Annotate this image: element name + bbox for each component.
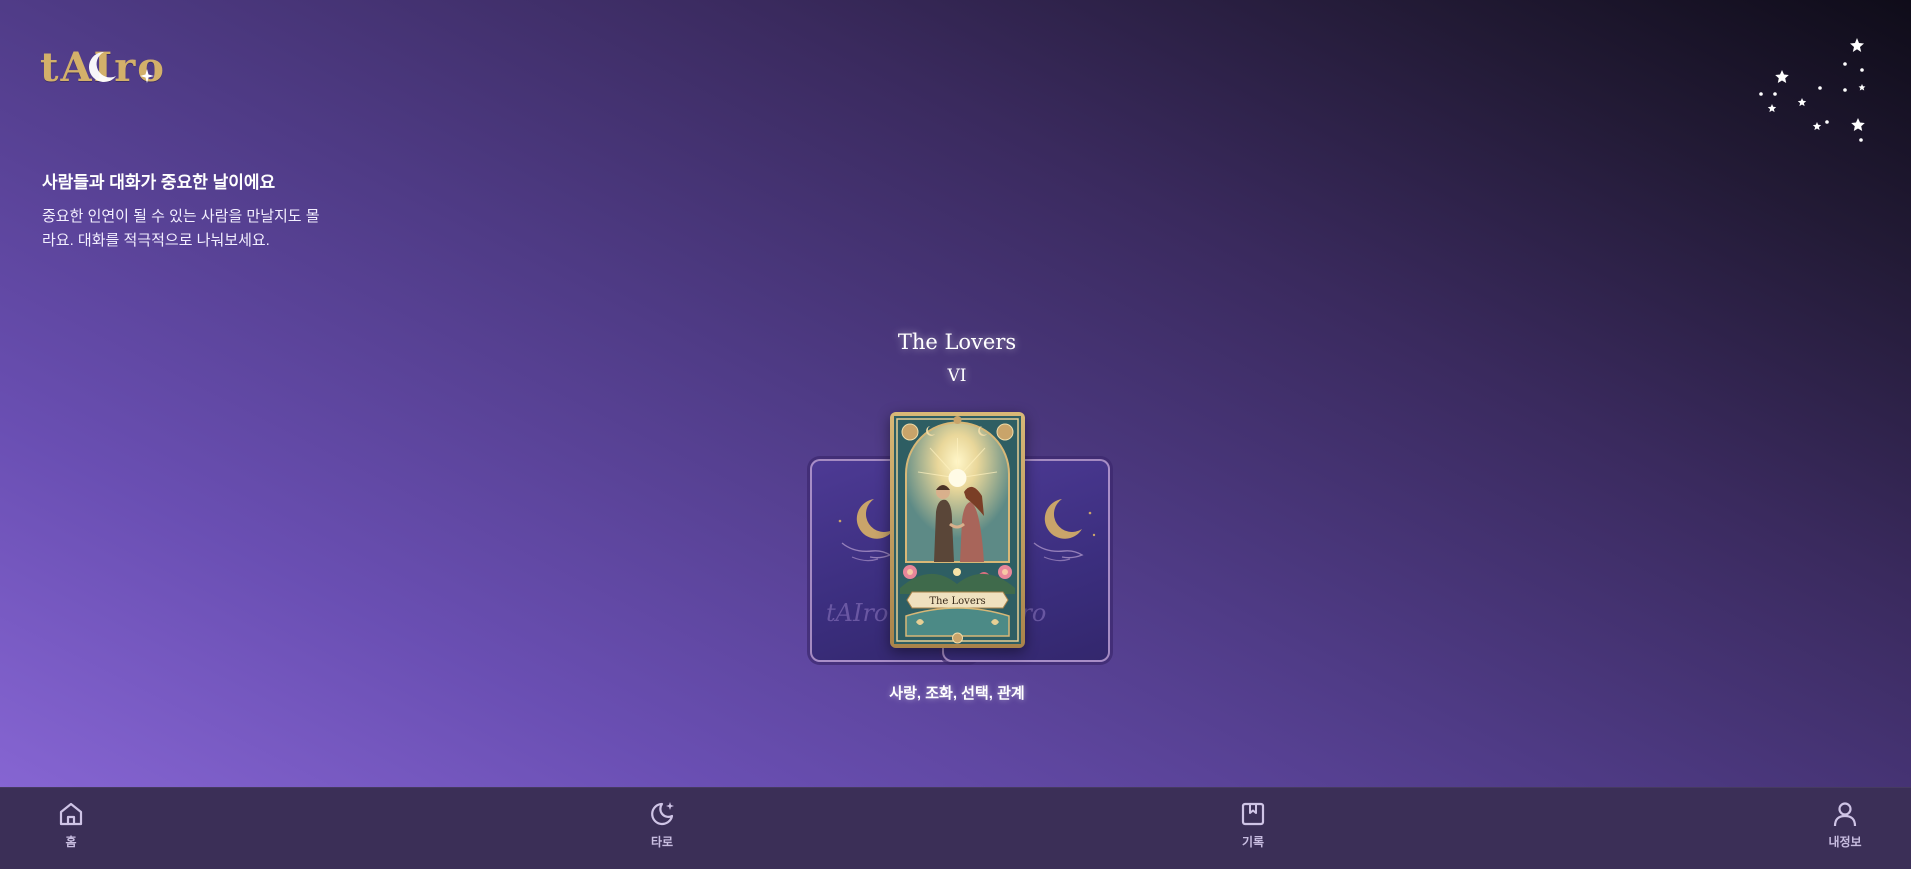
- home-icon: [59, 802, 83, 826]
- user-icon: [1833, 802, 1857, 827]
- nav-item-tarot[interactable]: 타로: [622, 800, 702, 860]
- bottom-navigation: 홈 타로 기록 내정보: [0, 787, 1911, 869]
- daily-fortune: 사람들과 대화가 중요한 날이에요 중요한 인연이 될 수 있는 사람을 만날지…: [42, 168, 332, 253]
- card-back-signature: tAIro: [826, 599, 888, 627]
- tarot-card-the-lovers[interactable]: The Lovers: [890, 412, 1025, 648]
- logo-moon-icon: [89, 52, 116, 82]
- card-keywords: 사랑, 조화, 선택, 관계: [889, 685, 1025, 702]
- nav-label-profile: 내정보: [1828, 835, 1862, 849]
- nav-item-home[interactable]: 홈: [31, 800, 111, 860]
- fortune-body-line-1: 중요한 인연이 될 수 있는 사람을 만날지도 몰: [42, 208, 320, 225]
- moon-star-icon: [651, 802, 674, 826]
- fortune-body-line-2: 라요. 대화를 적극적으로 나눠보세요.: [42, 232, 270, 249]
- nav-label-tarot: 타로: [650, 835, 674, 849]
- tarot-home-screen: tAIro 사람들과 대화가 중요한 날이에요 중요한 인연이 될 수 있는 사…: [0, 0, 1911, 869]
- decorative-stars: [1759, 38, 1866, 142]
- logo-sparkle-icon: [140, 69, 154, 83]
- the-lovers-card-art: The Lovers: [890, 412, 1025, 648]
- nav-label-records: 기록: [1241, 835, 1265, 849]
- fortune-body: 중요한 인연이 될 수 있는 사람을 만날지도 몰 라요. 대화를 적극적으로 …: [42, 205, 332, 253]
- nav-item-profile[interactable]: 내정보: [1805, 800, 1885, 860]
- bookmark-icon: [1241, 802, 1265, 826]
- card-name: The Lovers: [897, 330, 1017, 354]
- nav-label-home: 홈: [65, 835, 77, 849]
- fortune-headline: 사람들과 대화가 중요한 날이에요: [42, 173, 276, 192]
- card-numeral: VI: [947, 366, 967, 386]
- card-banner-text: The Lovers: [929, 596, 985, 607]
- nav-item-records[interactable]: 기록: [1213, 800, 1293, 860]
